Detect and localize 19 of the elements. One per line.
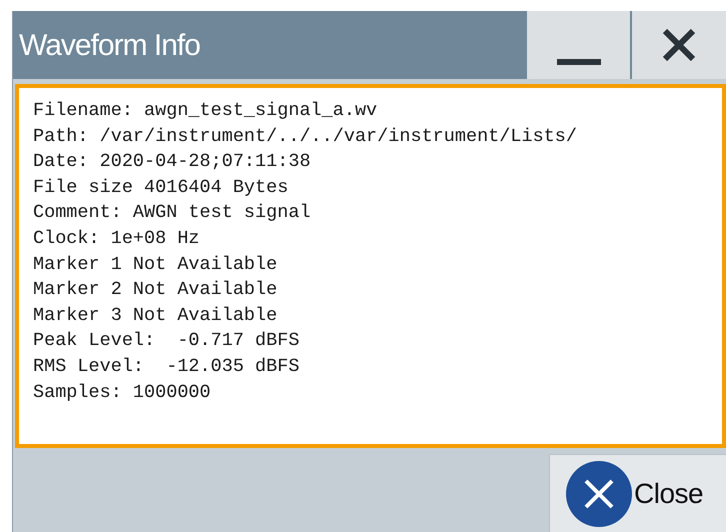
info-line: Clock: 1e+08 Hz — [33, 226, 200, 251]
info-line: Path: /var/instrument/../../var/instrument/Lists/ — [33, 124, 577, 149]
info-line: Comment: AWGN test signal — [33, 201, 311, 226]
info-line: Filename: awgn_test_signal_a.wv — [33, 99, 378, 123]
info-line: RMS Level: -12.035 dBFS — [33, 354, 300, 379]
minimize-button[interactable] — [527, 11, 630, 79]
close-button[interactable]: Close — [549, 454, 726, 532]
info-line: File size 4016404 Bytes — [33, 176, 288, 200]
minimize-icon — [556, 59, 600, 65]
info-line: Marker 2 Not Available — [33, 278, 278, 302]
info-line: Marker 1 Not Available — [33, 252, 278, 277]
info-line: Peak Level: -0.717 dBFS — [33, 329, 300, 354]
info-line: Samples: 1000000 — [33, 380, 211, 405]
close-icon — [566, 460, 632, 526]
info-line: Date: 2020-04-28;07:11:38 — [33, 150, 311, 174]
info-line: Marker 3 Not Available — [33, 304, 278, 328]
close-window-button[interactable] — [632, 11, 726, 79]
window-title: Waveform Info — [18, 28, 201, 64]
close-icon — [662, 28, 696, 62]
